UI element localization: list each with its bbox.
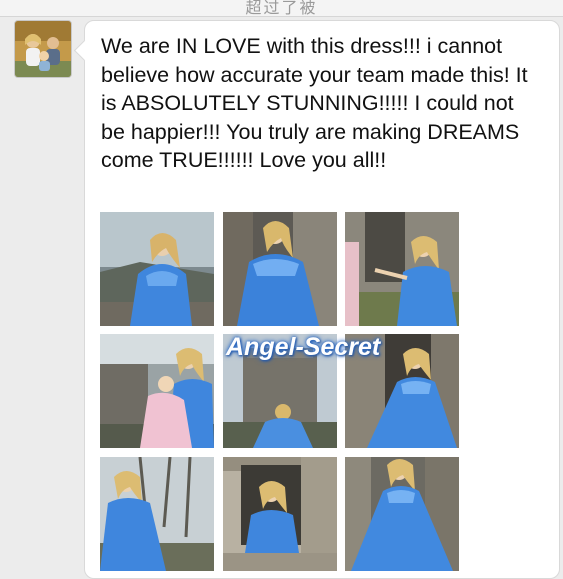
dress-photo-4[interactable] xyxy=(100,334,214,448)
bubble-tail xyxy=(73,39,96,62)
dress-photo-1[interactable] xyxy=(100,212,214,326)
dress-photo-9[interactable] xyxy=(345,457,459,571)
dress-photo-3[interactable] xyxy=(345,212,459,326)
top-bar-title: 超过了被 xyxy=(245,0,318,17)
avatar[interactable] xyxy=(14,20,72,78)
dress-photo-8[interactable] xyxy=(223,457,337,571)
message-text: We are IN LOVE with this dress!!! i cann… xyxy=(101,34,528,172)
dress-photo-7[interactable] xyxy=(100,457,214,571)
top-bar: 超过了被 xyxy=(0,0,563,17)
dress-photo-2[interactable] xyxy=(223,212,337,326)
watermark: Angel-Secret xyxy=(226,333,381,361)
